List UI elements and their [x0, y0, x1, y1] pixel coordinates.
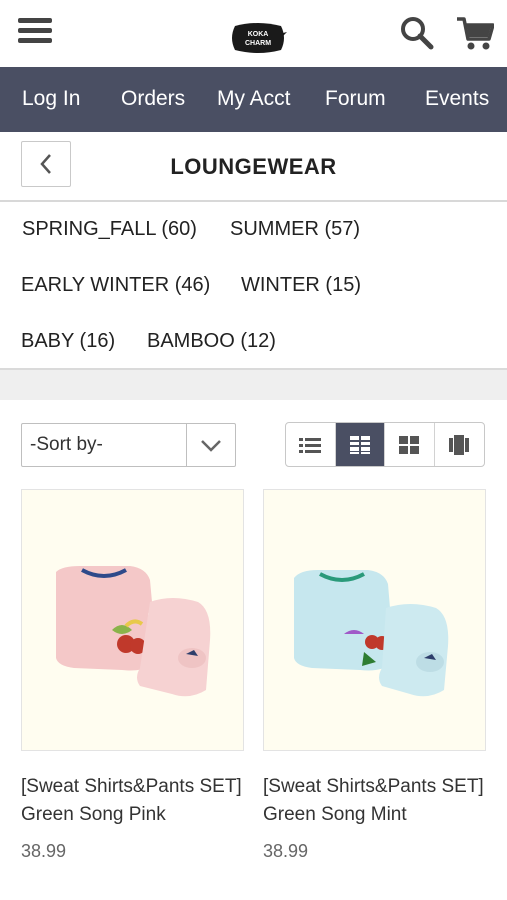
- gallery-view-button[interactable]: [435, 423, 485, 466]
- category-baby[interactable]: BABY (16): [21, 330, 115, 353]
- product-price: 38.99: [263, 841, 309, 861]
- category-early-winter[interactable]: EARLY WINTER (46): [21, 274, 210, 297]
- large-grid-view-icon: [399, 435, 420, 454]
- gallery-view-icon: [449, 434, 470, 455]
- brand-logo[interactable]: KOKA CHARM: [229, 22, 287, 54]
- grid-view-icon: [349, 435, 370, 454]
- grid-view-button[interactable]: [335, 423, 385, 466]
- search-icon[interactable]: [400, 16, 434, 50]
- category-summer[interactable]: SUMMER (57): [230, 218, 360, 241]
- sort-select[interactable]: -Sort by-: [21, 423, 236, 467]
- product-price: 38.99: [21, 841, 67, 861]
- sort-label: -Sort by-: [30, 434, 103, 455]
- product-name[interactable]: [Sweat Shirts&Pants SET] Green Song Pink: [21, 773, 244, 829]
- nav-my-acct[interactable]: My Acct: [217, 87, 291, 111]
- section-divider: [0, 368, 507, 400]
- list-view-button[interactable]: [286, 423, 336, 466]
- svg-text:KOKA: KOKA: [248, 31, 269, 38]
- category-bamboo[interactable]: BAMBOO (12): [147, 330, 276, 353]
- product-card[interactable]: [Sweat Shirts&Pants SET] Green Song Pink…: [21, 489, 244, 862]
- product-photo-mint-set: [294, 570, 449, 697]
- product-image[interactable]: [21, 489, 244, 751]
- product-image[interactable]: [263, 489, 486, 751]
- category-spring-fall[interactable]: SPRING_FALL (60): [22, 218, 197, 241]
- page-title: LOUNGEWEAR: [170, 154, 337, 179]
- header: KOKA CHARM: [0, 0, 507, 67]
- chevron-down-icon: [201, 440, 221, 452]
- nav-events[interactable]: Events: [425, 87, 489, 111]
- product-card[interactable]: [Sweat Shirts&Pants SET] Green Song Mint…: [263, 489, 486, 862]
- nav-forum[interactable]: Forum: [325, 87, 386, 111]
- cart-icon[interactable]: [456, 15, 494, 51]
- large-grid-view-button[interactable]: [385, 423, 435, 466]
- category-winter[interactable]: WINTER (15): [241, 274, 361, 297]
- nav-orders[interactable]: Orders: [121, 87, 185, 111]
- svg-text:CHARM: CHARM: [245, 40, 271, 47]
- list-view-icon: [299, 437, 322, 453]
- top-nav: Log In Orders My Acct Forum Events: [0, 67, 507, 132]
- category-list: SPRING_FALL (60) SUMMER (57) EARLY WINTE…: [0, 202, 507, 370]
- title-bar: LOUNGEWEAR: [0, 132, 507, 202]
- sort-divider: [186, 424, 187, 466]
- view-mode-switcher: [285, 422, 485, 467]
- product-name[interactable]: [Sweat Shirts&Pants SET] Green Song Mint: [263, 773, 486, 829]
- hamburger-menu-icon[interactable]: [18, 18, 52, 48]
- nav-log-in[interactable]: Log In: [22, 87, 80, 111]
- product-photo-pink-set: [56, 566, 211, 697]
